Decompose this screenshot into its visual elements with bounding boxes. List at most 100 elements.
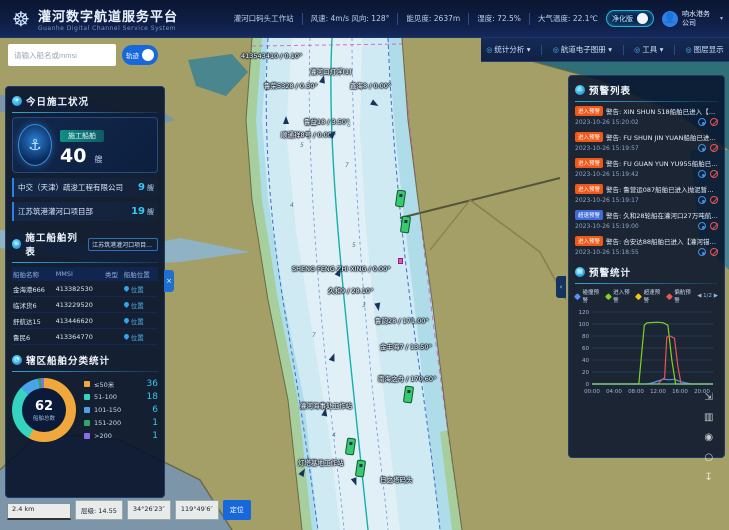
stats-icon[interactable]: ▥ bbox=[704, 412, 713, 423]
alert-icon: ⚠ bbox=[575, 85, 585, 95]
vessel-location-link[interactable]: 位置 bbox=[124, 316, 157, 326]
legend-swatch bbox=[84, 394, 90, 400]
warning-badge: 进入预警 bbox=[575, 106, 603, 116]
line-chart-legend: 碰撞预警 进入预警 超速预警 偏航预警◀ 1/2 ▶ bbox=[575, 288, 718, 304]
warning-stats-header: ▤ 预警统计 bbox=[575, 262, 718, 281]
ship-label: 鲁荣5328 / 0.30° bbox=[264, 80, 318, 90]
vessel-mmsi: 413446620 bbox=[55, 313, 104, 329]
ship-count-value: 40 bbox=[60, 145, 86, 167]
company-name: 江苏筑港灌河口项目部 bbox=[18, 206, 131, 217]
mute-icon[interactable] bbox=[710, 144, 718, 152]
legend-label: 超速预警 bbox=[644, 288, 664, 304]
download-icon[interactable]: ↧ bbox=[704, 472, 713, 483]
notify-icon[interactable] bbox=[698, 222, 706, 230]
table-row[interactable]: 舒航达15 413446620 位置 bbox=[12, 313, 158, 329]
ship-count-unit: 艘 bbox=[95, 155, 103, 164]
project-filter-dropdown[interactable]: 江苏筑港灌河口项目部 ∨ bbox=[88, 238, 158, 251]
vessel-location-link[interactable]: 位置 bbox=[124, 284, 157, 294]
svg-text:120: 120 bbox=[579, 310, 590, 316]
nav-icon: ◎ bbox=[553, 46, 559, 54]
svg-text:0: 0 bbox=[586, 382, 590, 388]
map-toolbar: ⇲ ▥ ◉ ○ ↧ bbox=[704, 392, 713, 483]
legend-value: 18 bbox=[147, 392, 158, 402]
vessel-name: 舒航达15 bbox=[12, 313, 55, 329]
legend-value: 1 bbox=[152, 418, 158, 428]
svg-text:100: 100 bbox=[579, 322, 590, 328]
nav-item-2[interactable]: ◎工具 ▾ bbox=[634, 44, 663, 55]
search-input[interactable] bbox=[8, 44, 116, 66]
pin-icon bbox=[123, 285, 130, 292]
left-panel-collapse[interactable]: × bbox=[164, 270, 174, 292]
divider bbox=[468, 13, 469, 25]
vessel-location-link[interactable]: 位置 bbox=[124, 300, 157, 310]
legend-value: 1 bbox=[152, 431, 158, 441]
depth-mark: 4 bbox=[290, 202, 294, 209]
app-subtitle: Guanhe Digital Channel Service System bbox=[38, 25, 178, 32]
vessel-location-link[interactable]: 位置 bbox=[124, 332, 157, 342]
notify-icon[interactable] bbox=[698, 248, 706, 256]
warning-badge: 超速预警 bbox=[575, 210, 603, 220]
ship-label: 413543410 / 0.10° bbox=[241, 52, 302, 60]
warning-time: 2023-10-26 15:19:17 bbox=[575, 197, 694, 204]
notify-icon[interactable] bbox=[698, 144, 706, 152]
warning-stats-title: 预警统计 bbox=[589, 265, 631, 279]
table-column-header: 类型 bbox=[104, 267, 123, 281]
zoom-level: 层级: 14.55 bbox=[75, 500, 123, 520]
circle-select-icon[interactable]: ○ bbox=[704, 452, 713, 463]
user-name: 响水港务公司 bbox=[682, 10, 716, 28]
warning-item[interactable]: 进入预警 警告: FU GUAN YUN YU955船舶已进… 2023-10-… bbox=[575, 158, 718, 178]
warning-item[interactable]: 进入预警 警告: XIN SHUN 518船舶已进入【东禁… 2023-10-2… bbox=[575, 106, 718, 126]
clean-mode-toggle[interactable]: 净化版 bbox=[606, 10, 654, 27]
ais-target-marker[interactable] bbox=[283, 116, 289, 124]
ship-label: 顺通祥8号 / 0.00° bbox=[281, 129, 335, 139]
nav-item-3[interactable]: ◎图层显示 bbox=[686, 44, 724, 55]
measure-icon[interactable]: ⇲ bbox=[704, 392, 713, 403]
warning-text: 警告: FU SHUN JIN YUAN船舶已进入【… bbox=[606, 132, 718, 142]
company-unit: 艘 bbox=[147, 183, 154, 193]
vessel-name: 金海港666 bbox=[12, 281, 55, 297]
warning-item[interactable]: 进入预警 警告: 合安达88船舶已进入【灌河锚地】… 2023-10-26 15… bbox=[575, 236, 718, 256]
pie-icon: ◔ bbox=[12, 355, 22, 365]
ais-target-marker[interactable] bbox=[374, 303, 381, 312]
locate-button[interactable]: 定位 bbox=[223, 500, 251, 520]
notify-icon[interactable] bbox=[698, 170, 706, 178]
warning-item[interactable]: 超速预警 警告: 久和28轮船在灌河口27万吨航道92… 2023-10-26 … bbox=[575, 210, 718, 230]
table-row[interactable]: 鲁民6 413364770 位置 bbox=[12, 329, 158, 345]
notify-icon[interactable] bbox=[698, 118, 706, 126]
globe-icon[interactable]: ◉ bbox=[704, 432, 713, 443]
mute-icon[interactable] bbox=[710, 118, 718, 126]
user-menu[interactable]: 👤 响水港务公司 ▾ bbox=[662, 10, 723, 28]
svg-text:00:00: 00:00 bbox=[584, 389, 600, 395]
right-panel-collapse[interactable]: ‹ bbox=[556, 276, 566, 298]
mute-icon[interactable] bbox=[710, 196, 718, 204]
trail-toggle[interactable]: 轨迹 bbox=[122, 45, 158, 65]
station-name: 灌河口码头工作站 bbox=[234, 13, 294, 24]
warning-text: 警告: 合安达88船舶已进入【灌河锚地】… bbox=[606, 236, 718, 246]
vessel-mmsi: 413364770 bbox=[55, 329, 104, 345]
legend-label: 碰撞预警 bbox=[583, 288, 603, 304]
legend-pagination[interactable]: ◀ 1/2 ▶ bbox=[697, 293, 718, 299]
ship-count-badge: 施工船舶 bbox=[60, 130, 104, 142]
legend-item: >200 1 bbox=[84, 431, 158, 441]
nav-item-1[interactable]: ◎航道电子图册 ▾ bbox=[553, 44, 612, 55]
warning-item[interactable]: 进入预警 警告: FU SHUN JIN YUAN船舶已进入【… 2023-10… bbox=[575, 132, 718, 152]
ship-label: 久和9 / 28.10° bbox=[328, 285, 373, 295]
mute-icon[interactable] bbox=[710, 248, 718, 256]
nav-item-0[interactable]: ◎统计分析 ▾ bbox=[486, 44, 530, 55]
mute-icon[interactable] bbox=[710, 222, 718, 230]
table-row[interactable]: 临沭货6 413229520 位置 bbox=[12, 297, 158, 313]
divider bbox=[623, 45, 624, 55]
pin-icon bbox=[123, 301, 130, 308]
vessel-class-donut-chart: 62 船舶总数 bbox=[12, 378, 76, 442]
left-panel: ✦ 今日施工状况 ⚓ 施工船舶 40 艘 中交（天津）疏浚工程有限公司 9 艘江… bbox=[5, 86, 165, 498]
depth-mark: 4 bbox=[332, 432, 336, 439]
notify-icon[interactable] bbox=[698, 196, 706, 204]
table-row[interactable]: 金海港666 413382530 位置 bbox=[12, 281, 158, 297]
svg-text:20: 20 bbox=[582, 370, 589, 376]
ship-label: 鲁益18 / 3.50° bbox=[304, 116, 349, 126]
depth-mark: 5 bbox=[352, 242, 356, 249]
avatar: 👤 bbox=[662, 11, 678, 27]
warning-item[interactable]: 进入预警 警告: 鲁营运087船舶已进入抛泥暂停区… 2023-10-26 15… bbox=[575, 184, 718, 204]
warning-badge: 进入预警 bbox=[575, 236, 603, 246]
mute-icon[interactable] bbox=[710, 170, 718, 178]
